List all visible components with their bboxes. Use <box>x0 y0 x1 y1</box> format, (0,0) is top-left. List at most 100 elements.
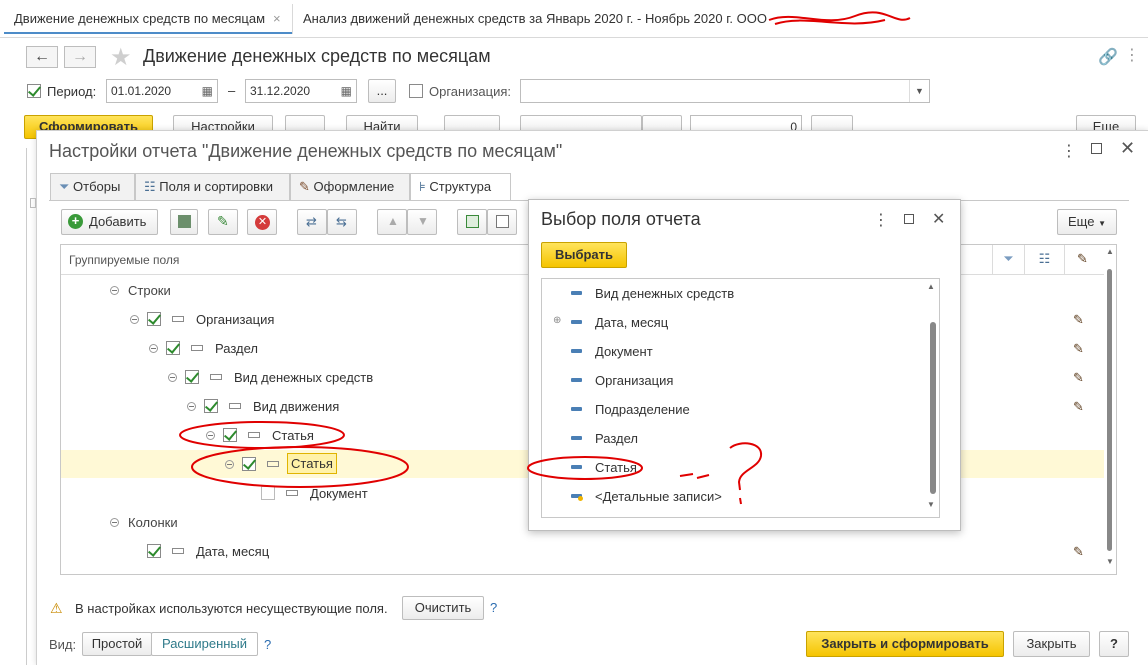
forward-button[interactable]: → <box>64 46 96 68</box>
maximize-icon[interactable] <box>1091 143 1102 154</box>
brush-icon[interactable]: ✎ <box>1073 399 1089 415</box>
close-icon[interactable]: × <box>273 11 281 26</box>
tree-scrollbar[interactable]: ▲ ▼ <box>1104 245 1116 574</box>
move-right-button[interactable]: ⇆ <box>327 209 357 235</box>
field-icon <box>571 378 582 382</box>
tab-label: Отборы <box>73 179 121 194</box>
scroll-thumb[interactable] <box>1107 269 1112 551</box>
view-simple-button[interactable]: Простой <box>82 632 152 656</box>
row-checkbox[interactable] <box>204 399 218 413</box>
collapse-icon[interactable] <box>110 518 119 527</box>
scroll-up-icon[interactable]: ▲ <box>927 282 935 291</box>
tab-filters[interactable]: ⏷ Отборы <box>50 173 135 200</box>
more-dots-icon[interactable]: ⋮ <box>1061 141 1077 161</box>
calendar-icon[interactable]: ▦ <box>202 80 213 102</box>
grouping-field-icon <box>191 345 203 351</box>
move-down-button[interactable]: ▼ <box>407 209 437 235</box>
list-item[interactable]: Вид денежных средств <box>595 286 734 301</box>
red-annotation-question <box>527 442 763 505</box>
collapse-icon[interactable] <box>187 402 196 411</box>
warning-icon: ⚠ <box>50 600 63 616</box>
edit-button[interactable]: ✎ <box>208 209 238 235</box>
move-left-button[interactable]: ⇄ <box>297 209 327 235</box>
more-dots-icon[interactable]: ⋮ <box>873 210 889 230</box>
tree-row-date-month[interactable]: Дата, месяц <box>196 544 269 559</box>
select-button[interactable]: Выбрать <box>541 242 627 268</box>
row-checkbox[interactable] <box>185 370 199 384</box>
organization-checkbox[interactable] <box>409 84 423 98</box>
back-button[interactable]: ← <box>26 46 58 68</box>
period-checkbox[interactable] <box>27 84 41 98</box>
add-button[interactable]: + Добавить <box>61 209 158 235</box>
filter-icon: ⏷ <box>59 179 70 194</box>
delete-button[interactable]: ✕ <box>247 209 277 235</box>
move-icon: ⇄ <box>306 214 317 229</box>
close-and-generate-button[interactable]: Закрыть и сформировать <box>806 631 1004 657</box>
tab-structure[interactable]: ⊧ Структура <box>410 173 511 201</box>
scroll-up-icon[interactable]: ▲ <box>1106 247 1114 256</box>
clear-button[interactable]: Очистить <box>402 596 484 620</box>
scroll-down-icon[interactable]: ▼ <box>1106 557 1114 566</box>
close-icon[interactable]: ✕ <box>1120 138 1135 159</box>
list-item[interactable]: Подразделение <box>595 402 690 417</box>
row-checkbox[interactable] <box>147 544 161 558</box>
red-annotation-circles <box>179 421 409 488</box>
scroll-down-icon[interactable]: ▼ <box>927 500 935 509</box>
tree-row-section[interactable]: Раздел <box>215 341 258 356</box>
period-select-button[interactable]: ... <box>368 79 396 103</box>
tab-label: Оформление <box>313 179 395 194</box>
uncheck-all-button[interactable] <box>487 209 517 235</box>
maximize-icon[interactable] <box>904 214 914 224</box>
tree-row-cash-type[interactable]: Вид денежных средств <box>234 370 373 385</box>
add-grouping-button[interactable] <box>170 209 198 235</box>
row-checkbox[interactable] <box>147 312 161 326</box>
collapse-icon[interactable] <box>168 373 177 382</box>
close-button[interactable]: Закрыть <box>1013 631 1090 657</box>
collapse-icon[interactable] <box>149 344 158 353</box>
move-up-button[interactable]: ▲ <box>377 209 407 235</box>
collapse-icon[interactable] <box>110 286 119 295</box>
check-all-button[interactable] <box>457 209 487 235</box>
organization-field[interactable]: ▼ <box>520 79 930 103</box>
filter-column-icon[interactable]: ⏷ <box>992 245 1024 275</box>
date-from-field[interactable]: 01.01.2020 ▦ <box>106 79 218 103</box>
more-dots-icon[interactable]: ⋮ <box>1124 45 1140 65</box>
appearance-column-icon[interactable]: ✎ <box>1064 245 1100 275</box>
expand-icon[interactable]: ⊕ <box>553 315 561 326</box>
brush-icon[interactable]: ✎ <box>1073 341 1089 357</box>
brush-icon[interactable]: ✎ <box>1073 370 1089 386</box>
link-icon[interactable]: 🔗 <box>1098 47 1118 67</box>
tab-fields-sorting[interactable]: ☷ Поля и сортировки <box>135 173 290 200</box>
brush-icon[interactable]: ✎ <box>1073 544 1089 560</box>
close-icon[interactable]: ✕ <box>932 209 945 229</box>
brush-icon: ✎ <box>299 179 310 194</box>
fields-icon: ☷ <box>144 179 156 194</box>
scroll-thumb[interactable] <box>930 322 936 494</box>
date-to-field[interactable]: 31.12.2020 ▦ <box>245 79 357 103</box>
calendar-icon[interactable]: ▦ <box>341 80 352 102</box>
grouping-field-icon <box>172 548 184 554</box>
brush-icon[interactable]: ✎ <box>1073 312 1089 328</box>
row-checkbox[interactable] <box>166 341 180 355</box>
tree-rows-node[interactable]: Строки <box>128 283 171 298</box>
dropdown-icon[interactable]: ▼ <box>909 80 929 102</box>
add-label: Добавить <box>89 214 147 229</box>
fields-column-icon[interactable]: ☷ <box>1024 245 1064 275</box>
list-item[interactable]: Документ <box>595 344 653 359</box>
list-item[interactable]: Организация <box>595 373 673 388</box>
tree-row-organization[interactable]: Организация <box>196 312 274 327</box>
view-extended-button[interactable]: Расширенный <box>151 632 258 656</box>
dialog-more-button[interactable]: Еще ▼ <box>1057 209 1117 235</box>
favorite-star-icon[interactable]: ★ <box>110 43 132 72</box>
tab-cashflow-by-month[interactable]: Движение денежных средств по месяцам × <box>4 4 292 34</box>
tab-appearance[interactable]: ✎ Оформление <box>290 173 410 200</box>
help-link[interactable]: ? <box>490 600 497 615</box>
help-link[interactable]: ? <box>264 637 271 652</box>
list-item[interactable]: Дата, месяц <box>595 315 668 330</box>
tree-columns-node[interactable]: Колонки <box>128 515 178 530</box>
tree-row-movement-type[interactable]: Вид движения <box>253 399 339 414</box>
grouping-icon <box>178 215 191 228</box>
chevron-down-icon: ▼ <box>1098 219 1106 228</box>
collapse-icon[interactable] <box>130 315 139 324</box>
help-button[interactable]: ? <box>1099 631 1129 657</box>
